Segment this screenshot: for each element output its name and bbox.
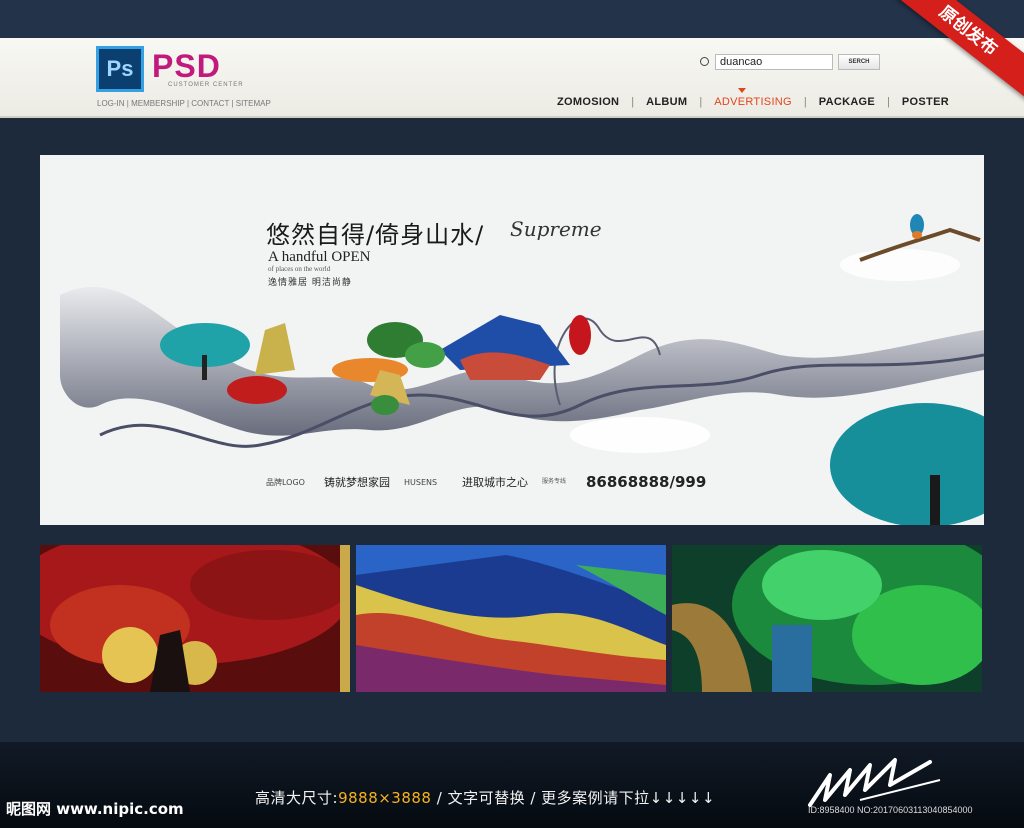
tree-trunk-shape	[202, 355, 207, 380]
banner-artwork	[60, 214, 984, 525]
search-icon	[700, 57, 709, 66]
thumbnail-art-rainbow-hills	[356, 545, 666, 692]
nav-separator: |	[887, 96, 890, 108]
photoshop-logo-icon[interactable]: Ps	[96, 46, 144, 92]
search-button[interactable]: SERCH	[838, 54, 880, 70]
membership-link[interactable]: MEMBERSHIP	[131, 99, 185, 108]
banner-tagline: 逸情雅居 明洁尚静	[268, 278, 352, 288]
nav-item-package[interactable]: PACKAGE	[819, 96, 875, 108]
top-links: LOG-IN | MEMBERSHIP | CONTACT | SITEMAP	[97, 99, 271, 108]
nav-item-zomosion[interactable]: ZOMOSION	[557, 96, 619, 108]
banner-slogan-2: 进取城市之心	[462, 476, 528, 489]
bottom-caption: 高清大尺寸:9888×3888 / 文字可替换 / 更多案例请下拉↓↓↓↓↓	[255, 787, 715, 808]
large-teal-tree-shape	[830, 403, 984, 525]
top-band	[0, 0, 1024, 38]
brand-logo-2: HUSENS	[404, 477, 438, 487]
detail-thumbnail-red-tree[interactable]	[40, 545, 350, 692]
active-nav-marker-icon	[738, 88, 746, 93]
main-banner-image: 悠然自得/倚身山水/ Supreme A handful OPEN of pla…	[40, 155, 984, 525]
site-header: Ps PSD CUSTOMER CENTER LOG-IN | MEMBERSH…	[0, 38, 1024, 118]
site-logo-title[interactable]: PSD	[152, 48, 221, 85]
green-tree-canopy-shape	[405, 342, 445, 368]
caption-size: 9888×3888	[338, 789, 432, 807]
banner-places-line: of places on the world	[268, 265, 331, 273]
nav-separator: |	[699, 96, 703, 108]
detail-thumbnail-green-tree[interactable]	[672, 545, 982, 692]
nav-item-poster[interactable]: POSTER	[902, 96, 949, 108]
tree-trunk-shape	[930, 475, 940, 525]
site-logo-subtitle: CUSTOMER CENTER	[168, 82, 244, 88]
thumbnail-art-green-tree	[672, 545, 982, 692]
nav-separator: |	[803, 96, 807, 108]
image-id-line: ID:8958400 NO:20170603113040854000	[808, 805, 973, 815]
banner-slogan-1: 铸就梦想家园	[324, 476, 390, 489]
nav-separator: |	[631, 96, 635, 108]
banner-script-title: Supreme	[510, 217, 602, 241]
green-tree-canopy-shape	[371, 395, 399, 415]
thumbnail-art-red-tree	[40, 545, 350, 692]
banner-footer: 品牌LOGO 铸就梦想家园 HUSENS 进取城市之心 服务专线 8686888…	[266, 473, 706, 491]
brand-logo-1: 品牌LOGO	[266, 477, 305, 487]
nav-item-advertising[interactable]: ADVERTISING	[714, 96, 792, 108]
cloud-shape	[840, 249, 960, 281]
banner-headline: 悠然自得/倚身山水/	[266, 221, 485, 249]
contact-link[interactable]: CONTACT	[191, 99, 229, 108]
hotline-phone: 86868888/999	[586, 473, 707, 491]
bird-breast-shape	[912, 231, 922, 239]
golden-rock-shape	[255, 323, 295, 375]
hotline-label: 服务专线	[542, 478, 567, 485]
nav-item-album[interactable]: ALBUM	[646, 96, 687, 108]
cloud-shape	[570, 417, 710, 453]
caption-rest: / 文字可替换 / 更多案例请下拉↓↓↓↓↓	[431, 789, 716, 807]
search-input[interactable]	[715, 54, 833, 70]
red-tree-canopy-shape	[227, 376, 287, 404]
caption-prefix: 高清大尺寸:	[255, 789, 339, 807]
red-leaf-shape	[569, 315, 591, 355]
nipic-site-logo[interactable]: 昵图网 www.nipic.com	[6, 798, 184, 819]
main-nav: ZOMOSION | ALBUM | ADVERTISING | PACKAGE…	[557, 96, 949, 108]
login-link[interactable]: LOG-IN	[97, 99, 125, 108]
banner-subtitle: A handful OPEN	[268, 249, 371, 265]
sitemap-link[interactable]: SITEMAP	[236, 99, 271, 108]
detail-thumbnail-rainbow-hills[interactable]	[356, 545, 666, 692]
